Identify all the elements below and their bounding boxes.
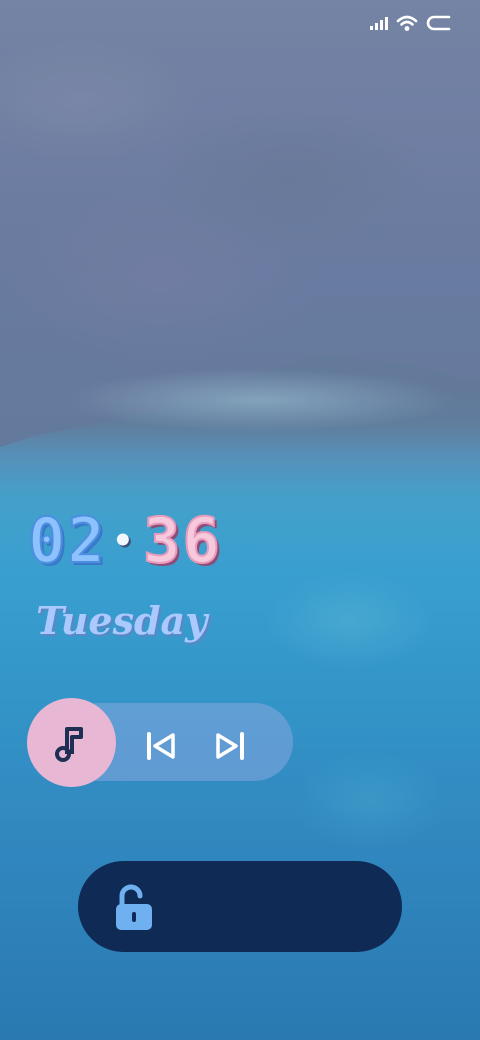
lockscreen-weekday: Tuesday xyxy=(36,598,208,643)
lockscreen-clock: 02 • 36 xyxy=(27,504,222,577)
battery-icon xyxy=(426,15,451,31)
status-bar xyxy=(370,14,452,32)
skip-previous-icon xyxy=(147,732,175,760)
wifi-icon xyxy=(396,15,418,31)
clock-hours: 02 xyxy=(27,504,107,577)
signal-icon xyxy=(370,17,388,30)
music-note-icon xyxy=(54,726,83,762)
skip-next-icon xyxy=(216,732,244,760)
unlock-icon[interactable] xyxy=(112,884,156,932)
clock-separator: • xyxy=(112,521,136,561)
skip-previous-button[interactable] xyxy=(143,728,179,764)
music-app-button[interactable] xyxy=(27,698,116,787)
skip-next-button[interactable] xyxy=(212,728,248,764)
clock-minutes: 36 xyxy=(142,504,222,577)
